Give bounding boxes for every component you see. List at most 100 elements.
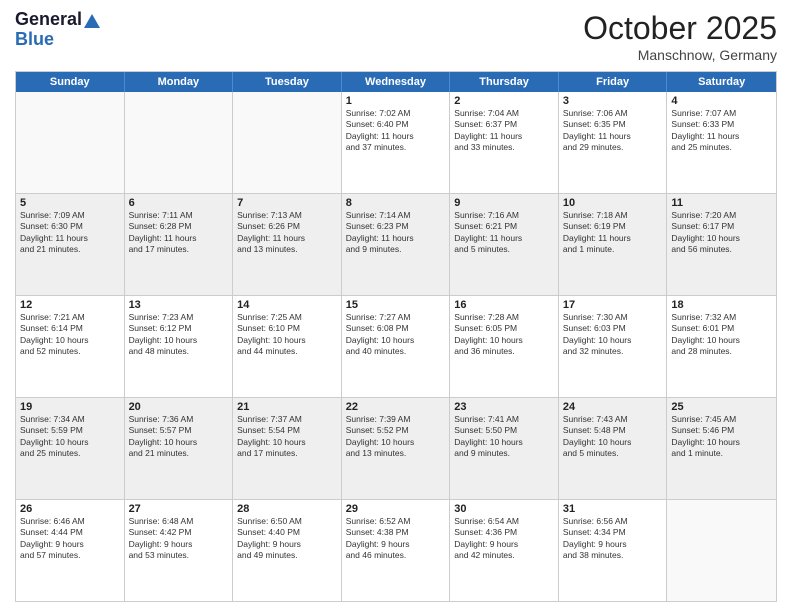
header-day-friday: Friday <box>559 72 668 92</box>
cell-info: Sunrise: 7:30 AM Sunset: 6:03 PM Dayligh… <box>563 312 663 358</box>
calendar-header: SundayMondayTuesdayWednesdayThursdayFrid… <box>16 72 776 92</box>
day-number: 26 <box>20 503 120 515</box>
calendar-cell: 27Sunrise: 6:48 AM Sunset: 4:42 PM Dayli… <box>125 500 234 601</box>
calendar-cell: 3Sunrise: 7:06 AM Sunset: 6:35 PM Daylig… <box>559 92 668 193</box>
calendar-week-2: 5Sunrise: 7:09 AM Sunset: 6:30 PM Daylig… <box>16 194 776 296</box>
calendar-cell: 1Sunrise: 7:02 AM Sunset: 6:40 PM Daylig… <box>342 92 451 193</box>
calendar-cell: 4Sunrise: 7:07 AM Sunset: 6:33 PM Daylig… <box>667 92 776 193</box>
calendar-cell: 25Sunrise: 7:45 AM Sunset: 5:46 PM Dayli… <box>667 398 776 499</box>
cell-info: Sunrise: 7:36 AM Sunset: 5:57 PM Dayligh… <box>129 414 229 460</box>
calendar-cell: 13Sunrise: 7:23 AM Sunset: 6:12 PM Dayli… <box>125 296 234 397</box>
cell-info: Sunrise: 7:25 AM Sunset: 6:10 PM Dayligh… <box>237 312 337 358</box>
day-number: 30 <box>454 503 554 515</box>
cell-info: Sunrise: 7:28 AM Sunset: 6:05 PM Dayligh… <box>454 312 554 358</box>
cell-info: Sunrise: 6:48 AM Sunset: 4:42 PM Dayligh… <box>129 516 229 562</box>
calendar-cell: 24Sunrise: 7:43 AM Sunset: 5:48 PM Dayli… <box>559 398 668 499</box>
cell-info: Sunrise: 7:23 AM Sunset: 6:12 PM Dayligh… <box>129 312 229 358</box>
day-number: 24 <box>563 401 663 413</box>
logo-icon <box>84 14 100 28</box>
day-number: 12 <box>20 299 120 311</box>
calendar-cell: 10Sunrise: 7:18 AM Sunset: 6:19 PM Dayli… <box>559 194 668 295</box>
cell-info: Sunrise: 6:52 AM Sunset: 4:38 PM Dayligh… <box>346 516 446 562</box>
day-number: 14 <box>237 299 337 311</box>
calendar-cell: 22Sunrise: 7:39 AM Sunset: 5:52 PM Dayli… <box>342 398 451 499</box>
day-number: 25 <box>671 401 772 413</box>
calendar: SundayMondayTuesdayWednesdayThursdayFrid… <box>15 71 777 602</box>
cell-info: Sunrise: 7:02 AM Sunset: 6:40 PM Dayligh… <box>346 108 446 154</box>
day-number: 28 <box>237 503 337 515</box>
day-number: 22 <box>346 401 446 413</box>
day-number: 13 <box>129 299 229 311</box>
calendar-cell: 5Sunrise: 7:09 AM Sunset: 6:30 PM Daylig… <box>16 194 125 295</box>
header-day-saturday: Saturday <box>667 72 776 92</box>
cell-info: Sunrise: 7:37 AM Sunset: 5:54 PM Dayligh… <box>237 414 337 460</box>
cell-info: Sunrise: 7:09 AM Sunset: 6:30 PM Dayligh… <box>20 210 120 256</box>
logo-line2: Blue <box>15 30 54 50</box>
header-day-monday: Monday <box>125 72 234 92</box>
calendar-cell: 28Sunrise: 6:50 AM Sunset: 4:40 PM Dayli… <box>233 500 342 601</box>
cell-info: Sunrise: 7:18 AM Sunset: 6:19 PM Dayligh… <box>563 210 663 256</box>
day-number: 21 <box>237 401 337 413</box>
calendar-cell: 26Sunrise: 6:46 AM Sunset: 4:44 PM Dayli… <box>16 500 125 601</box>
header-day-thursday: Thursday <box>450 72 559 92</box>
calendar-cell <box>16 92 125 193</box>
day-number: 1 <box>346 95 446 107</box>
day-number: 23 <box>454 401 554 413</box>
day-number: 18 <box>671 299 772 311</box>
cell-info: Sunrise: 7:06 AM Sunset: 6:35 PM Dayligh… <box>563 108 663 154</box>
logo-line1: General <box>15 10 100 30</box>
calendar-cell: 21Sunrise: 7:37 AM Sunset: 5:54 PM Dayli… <box>233 398 342 499</box>
cell-info: Sunrise: 7:27 AM Sunset: 6:08 PM Dayligh… <box>346 312 446 358</box>
logo: General Blue <box>15 10 100 50</box>
day-number: 16 <box>454 299 554 311</box>
calendar-cell: 30Sunrise: 6:54 AM Sunset: 4:36 PM Dayli… <box>450 500 559 601</box>
header-day-tuesday: Tuesday <box>233 72 342 92</box>
calendar-cell: 6Sunrise: 7:11 AM Sunset: 6:28 PM Daylig… <box>125 194 234 295</box>
day-number: 15 <box>346 299 446 311</box>
calendar-cell: 14Sunrise: 7:25 AM Sunset: 6:10 PM Dayli… <box>233 296 342 397</box>
cell-info: Sunrise: 7:32 AM Sunset: 6:01 PM Dayligh… <box>671 312 772 358</box>
cell-info: Sunrise: 7:04 AM Sunset: 6:37 PM Dayligh… <box>454 108 554 154</box>
logo-blue: Blue <box>15 30 54 50</box>
calendar-cell: 2Sunrise: 7:04 AM Sunset: 6:37 PM Daylig… <box>450 92 559 193</box>
logo-general: General <box>15 10 82 30</box>
calendar-week-1: 1Sunrise: 7:02 AM Sunset: 6:40 PM Daylig… <box>16 92 776 194</box>
cell-info: Sunrise: 7:43 AM Sunset: 5:48 PM Dayligh… <box>563 414 663 460</box>
calendar-cell <box>667 500 776 601</box>
day-number: 9 <box>454 197 554 209</box>
cell-info: Sunrise: 7:20 AM Sunset: 6:17 PM Dayligh… <box>671 210 772 256</box>
cell-info: Sunrise: 7:07 AM Sunset: 6:33 PM Dayligh… <box>671 108 772 154</box>
calendar-body: 1Sunrise: 7:02 AM Sunset: 6:40 PM Daylig… <box>16 92 776 601</box>
calendar-cell: 8Sunrise: 7:14 AM Sunset: 6:23 PM Daylig… <box>342 194 451 295</box>
calendar-cell <box>233 92 342 193</box>
cell-info: Sunrise: 6:54 AM Sunset: 4:36 PM Dayligh… <box>454 516 554 562</box>
calendar-week-5: 26Sunrise: 6:46 AM Sunset: 4:44 PM Dayli… <box>16 500 776 601</box>
page: General Blue October 2025 Manschnow, Ger… <box>0 0 792 612</box>
title-block: October 2025 Manschnow, Germany <box>583 10 777 63</box>
header-day-wednesday: Wednesday <box>342 72 451 92</box>
calendar-cell <box>125 92 234 193</box>
calendar-cell: 20Sunrise: 7:36 AM Sunset: 5:57 PM Dayli… <box>125 398 234 499</box>
day-number: 19 <box>20 401 120 413</box>
calendar-week-3: 12Sunrise: 7:21 AM Sunset: 6:14 PM Dayli… <box>16 296 776 398</box>
calendar-cell: 12Sunrise: 7:21 AM Sunset: 6:14 PM Dayli… <box>16 296 125 397</box>
location-subtitle: Manschnow, Germany <box>583 47 777 63</box>
day-number: 4 <box>671 95 772 107</box>
calendar-cell: 16Sunrise: 7:28 AM Sunset: 6:05 PM Dayli… <box>450 296 559 397</box>
day-number: 10 <box>563 197 663 209</box>
day-number: 3 <box>563 95 663 107</box>
cell-info: Sunrise: 7:11 AM Sunset: 6:28 PM Dayligh… <box>129 210 229 256</box>
calendar-cell: 11Sunrise: 7:20 AM Sunset: 6:17 PM Dayli… <box>667 194 776 295</box>
cell-info: Sunrise: 7:21 AM Sunset: 6:14 PM Dayligh… <box>20 312 120 358</box>
day-number: 27 <box>129 503 229 515</box>
day-number: 29 <box>346 503 446 515</box>
cell-info: Sunrise: 6:46 AM Sunset: 4:44 PM Dayligh… <box>20 516 120 562</box>
day-number: 7 <box>237 197 337 209</box>
cell-info: Sunrise: 7:14 AM Sunset: 6:23 PM Dayligh… <box>346 210 446 256</box>
calendar-cell: 18Sunrise: 7:32 AM Sunset: 6:01 PM Dayli… <box>667 296 776 397</box>
calendar-week-4: 19Sunrise: 7:34 AM Sunset: 5:59 PM Dayli… <box>16 398 776 500</box>
day-number: 2 <box>454 95 554 107</box>
cell-info: Sunrise: 7:41 AM Sunset: 5:50 PM Dayligh… <box>454 414 554 460</box>
calendar-cell: 9Sunrise: 7:16 AM Sunset: 6:21 PM Daylig… <box>450 194 559 295</box>
calendar-cell: 31Sunrise: 6:56 AM Sunset: 4:34 PM Dayli… <box>559 500 668 601</box>
